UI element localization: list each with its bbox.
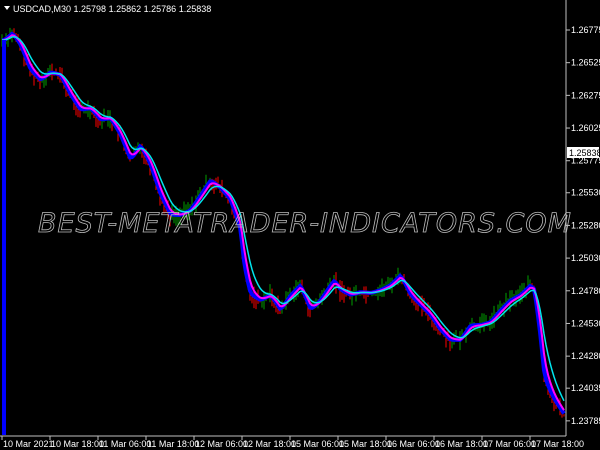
- x-tick-label: 16 Mar 18:00: [435, 439, 488, 449]
- y-tick-label: 1.26025: [571, 123, 600, 133]
- x-tick-label: 15 Mar 18:00: [339, 439, 392, 449]
- y-tick-label: 1.23785: [571, 416, 600, 426]
- x-tick-label: 11 Mar 18:00: [147, 439, 199, 449]
- y-tick-label: 1.24035: [571, 383, 600, 393]
- left-indicator-bar: [2, 40, 6, 435]
- y-tick-label: 1.25530: [571, 188, 600, 198]
- x-tick-label: 11 Mar 06:00: [99, 439, 151, 449]
- watermark: BEST-METATRADER-INDICATORS.COM: [38, 208, 572, 239]
- y-tick-label: 1.25030: [571, 253, 600, 263]
- current-price-label: 1.25838: [567, 147, 600, 158]
- y-tick-label: 1.26525: [571, 58, 600, 68]
- y-tick-label: 1.24530: [571, 318, 600, 328]
- y-tick-label: 1.25280: [571, 220, 600, 230]
- y-tick-label: 1.24780: [571, 286, 600, 296]
- x-tick-label: 17 Mar 06:00: [483, 439, 536, 449]
- x-tick-label: 17 Mar 18:00: [531, 439, 584, 449]
- dropdown-triangle-icon[interactable]: [4, 6, 10, 10]
- x-tick-label: 12 Mar 18:00: [243, 439, 296, 449]
- price-chart[interactable]: 1.267751.265251.262751.260251.257751.255…: [0, 0, 600, 450]
- x-tick-label: 10 Mar 2021: [3, 439, 54, 449]
- x-tick-label: 12 Mar 06:00: [195, 439, 248, 449]
- y-tick-label: 1.26775: [571, 25, 600, 35]
- y-tick-label: 1.26275: [571, 90, 600, 100]
- x-tick-label: 16 Mar 06:00: [387, 439, 440, 449]
- x-tick-label: 10 Mar 18:00: [51, 439, 104, 449]
- symbol-header: USDCAD,M30 1.25798 1.25862 1.25786 1.258…: [13, 4, 211, 14]
- svg-text:1.25838: 1.25838: [569, 148, 600, 158]
- x-tick-label: 15 Mar 06:00: [291, 439, 344, 449]
- y-tick-label: 1.24280: [571, 351, 600, 361]
